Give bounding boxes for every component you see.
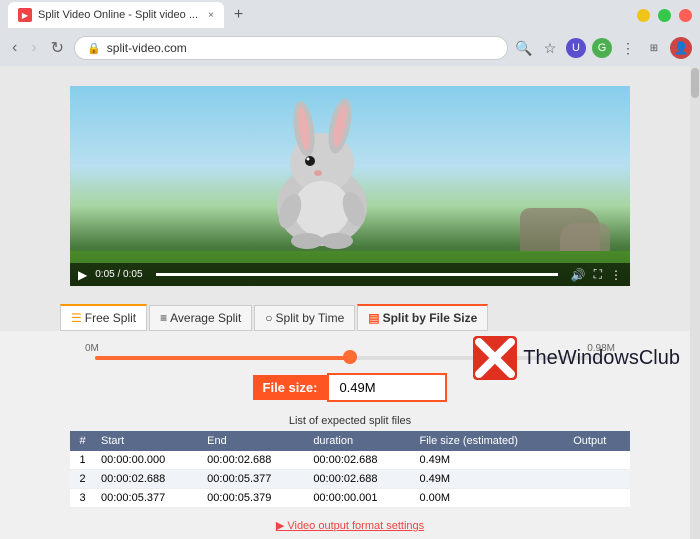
slider-thumb[interactable]	[343, 350, 357, 364]
cell-end: 00:00:05.379	[201, 489, 307, 508]
cell-filesize: 0.49M	[413, 451, 567, 470]
cell-end: 00:00:05.377	[201, 470, 307, 489]
table-row: 1 00:00:00.000 00:00:02.688 00:00:02.688…	[70, 451, 630, 470]
video-controls: ▶ 0:05 / 0:05 🔊 ⛶ ⋮	[70, 263, 630, 286]
table-section: List of expected split files # Start End…	[70, 415, 630, 508]
cell-filesize: 0.00M	[413, 489, 567, 508]
nav-bar: ‹ › ↻ 🔒 split-video.com 🔍 ☆ U G ⋮ ⊞ 👤	[0, 30, 700, 66]
table-header-row: # Start End duration File size (estimate…	[70, 431, 630, 451]
extension-icon-u[interactable]: U	[566, 38, 586, 58]
split-by-filesize-label: Split by File Size	[383, 311, 478, 325]
video-time: 0:05 / 0:05	[95, 269, 142, 280]
free-split-label: Free Split	[85, 311, 136, 325]
video-rabbit	[252, 91, 392, 251]
back-button[interactable]: ‹	[8, 37, 21, 59]
close-button[interactable]	[679, 9, 692, 22]
cell-num: 1	[70, 451, 95, 470]
menu-icon[interactable]: ⋮	[618, 38, 638, 58]
cell-end: 00:00:02.688	[201, 451, 307, 470]
split-by-time-label: Split by Time	[276, 311, 345, 325]
split-tabs: ☰ Free Split ≡ Average Split ○ Split by …	[0, 296, 700, 331]
cell-start: 00:00:02.688	[95, 470, 201, 489]
bookmark-icon[interactable]: ☆	[540, 38, 560, 58]
cell-num: 3	[70, 489, 95, 508]
filesize-label: File size:	[253, 375, 328, 400]
tab-free-split[interactable]: ☰ Free Split	[60, 304, 147, 331]
url-text: split-video.com	[107, 41, 187, 55]
free-split-icon: ☰	[71, 311, 82, 325]
fullscreen-icon[interactable]: ⛶	[594, 267, 602, 282]
forward-button[interactable]: ›	[27, 37, 40, 59]
slider-fill	[95, 356, 350, 360]
settings-link[interactable]: ▶ Video output format settings	[60, 513, 640, 538]
browser-tab[interactable]: ▶ Split Video Online - Split video ... ×	[8, 2, 224, 28]
title-bar-left: ▶ Split Video Online - Split video ... ×…	[8, 2, 249, 28]
filesize-input[interactable]	[327, 373, 447, 402]
watermark-text: TheWindowsClub	[523, 347, 680, 370]
slider-min-label: 0M	[85, 343, 99, 354]
more-options-icon[interactable]: ⋮	[610, 268, 622, 282]
table-title: List of expected split files	[70, 415, 630, 427]
title-bar-controls	[637, 9, 692, 22]
col-header-output: Output	[567, 431, 630, 451]
tab-close-btn[interactable]: ×	[208, 10, 214, 21]
average-split-icon: ≡	[160, 311, 167, 325]
cell-num: 2	[70, 470, 95, 489]
average-split-label: Average Split	[170, 311, 241, 325]
scrollbar[interactable]	[690, 66, 700, 539]
cell-duration: 00:00:02.688	[307, 451, 413, 470]
cell-duration: 00:00:00.001	[307, 489, 413, 508]
tab-split-by-time[interactable]: ○ Split by Time	[254, 305, 355, 331]
tab-title: Split Video Online - Split video ...	[38, 9, 198, 21]
nav-icons: 🔍 ☆ U G ⋮ ⊞ 👤	[514, 37, 692, 59]
minimize-button[interactable]	[637, 9, 650, 22]
new-tab-button[interactable]: +	[228, 4, 249, 26]
video-container: ▶ 0:05 / 0:05 🔊 ⛶ ⋮	[70, 86, 630, 286]
split-by-time-icon: ○	[265, 311, 272, 325]
menu-icon-2[interactable]: ⊞	[644, 38, 664, 58]
cell-duration: 00:00:02.688	[307, 470, 413, 489]
title-bar: ▶ Split Video Online - Split video ... ×…	[0, 0, 700, 30]
volume-icon[interactable]: 🔊	[571, 268, 586, 282]
tab-split-by-filesize[interactable]: ▤ Split by File Size	[357, 304, 488, 331]
profile-avatar[interactable]: 👤	[670, 37, 692, 59]
scrollbar-thumb[interactable]	[691, 68, 699, 98]
tab-average-split[interactable]: ≡ Average Split	[149, 305, 252, 331]
extension-icon-g[interactable]: G	[592, 38, 612, 58]
maximize-button[interactable]	[658, 9, 671, 22]
cell-output	[567, 489, 630, 508]
watermark: TheWindowsClub	[473, 336, 680, 380]
col-header-end: End	[201, 431, 307, 451]
address-bar[interactable]: 🔒 split-video.com	[74, 36, 508, 60]
col-header-filesize: File size (estimated)	[413, 431, 567, 451]
col-header-start: Start	[95, 431, 201, 451]
tab-favicon: ▶	[18, 8, 32, 22]
cell-output	[567, 451, 630, 470]
col-header-num: #	[70, 431, 95, 451]
play-button[interactable]: ▶	[78, 268, 87, 282]
cell-start: 00:00:00.000	[95, 451, 201, 470]
table-row: 2 00:00:02.688 00:00:05.377 00:00:02.688…	[70, 470, 630, 489]
split-files-table: # Start End duration File size (estimate…	[70, 431, 630, 508]
cell-filesize: 0.49M	[413, 470, 567, 489]
page-content: ▶ 0:05 / 0:05 🔊 ⛶ ⋮ ☰ Free Split ≡ Avera…	[0, 66, 700, 539]
cell-output	[567, 470, 630, 489]
lock-icon: 🔒	[87, 42, 101, 55]
table-row: 3 00:00:05.377 00:00:05.379 00:00:00.001…	[70, 489, 630, 508]
cell-start: 00:00:05.377	[95, 489, 201, 508]
search-icon[interactable]: 🔍	[514, 38, 534, 58]
video-player[interactable]	[70, 86, 630, 286]
watermark-x-logo	[473, 336, 517, 380]
col-header-duration: duration	[307, 431, 413, 451]
split-by-filesize-icon: ▤	[368, 311, 379, 325]
refresh-button[interactable]: ↻	[47, 36, 68, 60]
